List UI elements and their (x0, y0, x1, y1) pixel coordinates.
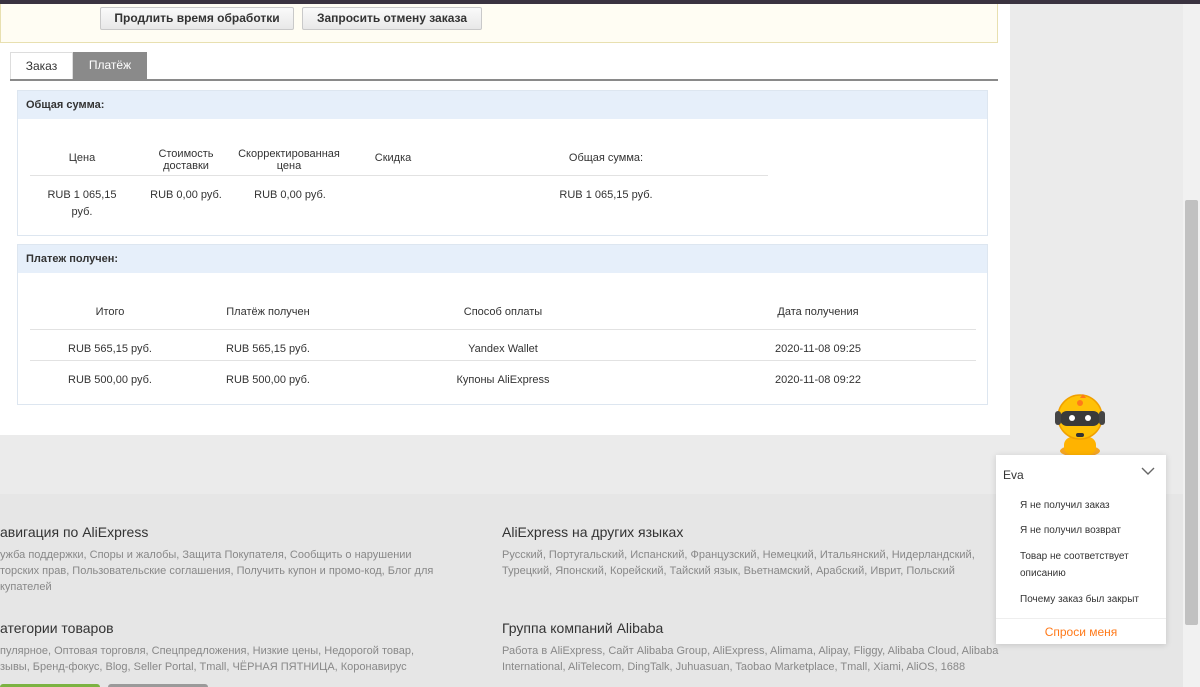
header-subtotal: Итого (95, 306, 125, 318)
chat-question-no-refund[interactable]: Я не получил возврат (1020, 522, 1160, 539)
row-shipping: RUB 0,00 руб. (150, 189, 222, 201)
paid-row2-date: 2020-11-08 09:22 (774, 374, 862, 386)
paid-panel-title: Платеж получен: (18, 245, 987, 273)
chevron-down-icon[interactable] (1140, 463, 1156, 479)
header-shipping-line2: доставки (163, 160, 209, 172)
header-price: Цена (68, 152, 96, 164)
row-price-line2: руб. (71, 206, 93, 218)
tab-payment[interactable]: Платёж (73, 52, 147, 79)
chatbot-name: Eva (1003, 468, 1024, 482)
footer-group-links[interactable]: Работа в AliExpress, Сайт Alibaba Group,… (502, 643, 998, 675)
footer-group-line2: International, AliTelecom, DingTalk, Juh… (502, 661, 966, 673)
header-date: Дата получения (777, 306, 859, 318)
header-adjusted: Скорректированная цена (232, 148, 346, 172)
request-cancel-button[interactable]: Запросить отмену заказа (302, 7, 482, 30)
header-adjusted-line2: цена (276, 160, 302, 172)
paid-table-divider (30, 329, 976, 330)
header-method: Способ оплаты (463, 306, 543, 318)
paid-row2-paid: RUB 500,00 руб. (226, 374, 310, 386)
footer-lang-links[interactable]: Русский, Португальский, Испанский, Франц… (502, 547, 975, 579)
chat-question-not-as-described[interactable]: Товар не соответствует описанию (1020, 548, 1150, 582)
paid-row1-method: Yandex Wallet (468, 343, 538, 355)
footer-categories-title: атегории товаров (0, 620, 114, 636)
row-total: RUB 1 065,15 руб. (559, 189, 653, 201)
extend-processing-button[interactable]: Продлить время обработки (100, 7, 294, 30)
header-adjusted-line1: Скорректированная (238, 148, 340, 160)
footer-cat-line1: пулярное, Оптовая торговля, Спецпредложе… (0, 645, 415, 657)
paid-row2-subtotal: RUB 500,00 руб. (68, 374, 152, 386)
footer-nav-links[interactable]: ужба поддержки, Споры и жалобы, Защита П… (0, 547, 433, 595)
footer-categories-links[interactable]: пулярное, Оптовая торговля, Спецпредложе… (0, 643, 414, 675)
chat-question-not-received[interactable]: Я не получил заказ (1020, 497, 1160, 514)
paid-row1-subtotal: RUB 565,15 руб. (68, 343, 152, 355)
footer-nav-line3: купателей (0, 581, 52, 593)
header-shipping: Стоимость доставки (146, 148, 226, 172)
footer-lang-line1: Русский, Португальский, Испанский, Франц… (502, 549, 975, 561)
footer-nav-line1: ужба поддержки, Споры и жалобы, Защита П… (0, 549, 412, 561)
paid-row1-paid: RUB 565,15 руб. (226, 343, 310, 355)
total-panel-title: Общая сумма: (18, 91, 987, 119)
row-price-line1: RUB 1 065,15 (47, 189, 117, 201)
footer-group-title: Группа компаний Alibaba (502, 620, 664, 636)
row-price: RUB 1 065,15 руб. (32, 189, 132, 218)
footer-nav-title: авигация по AliExpress (0, 524, 149, 540)
total-table-divider (30, 175, 768, 176)
row-adjusted: RUB 0,00 руб. (254, 189, 326, 201)
paid-row2-method: Купоны AliExpress (456, 374, 550, 386)
footer-cat-line2: зывы, Бренд-фокус, Blog, Seller Portal, … (0, 661, 407, 673)
order-detail-card: Продлить время обработки Запросить отмен… (0, 4, 1010, 435)
header-total: Общая сумма: (568, 152, 644, 164)
header-discount: Скидка (374, 152, 412, 164)
footer-lang-title: AliExpress на других языках (502, 524, 684, 540)
paid-row-divider (30, 360, 976, 361)
paid-row1-date: 2020-11-08 09:25 (774, 343, 862, 355)
header-shipping-line1: Стоимость (158, 148, 214, 160)
detail-tabs: Заказ Платёж (10, 52, 998, 81)
total-amount-panel: Общая сумма: Цена Стоимость доставки Ско… (17, 90, 988, 236)
chat-question-order-closed[interactable]: Почему заказ был закрыт (1020, 591, 1160, 608)
chatbot-avatar-icon[interactable] (1052, 393, 1108, 455)
order-action-box: Продлить время обработки Запросить отмен… (0, 4, 998, 43)
payment-received-panel: Платеж получен: Итого Платёж получен Спо… (17, 244, 988, 405)
footer-nav-line2: торских прав, Пользовательские соглашени… (0, 565, 434, 577)
tab-order[interactable]: Заказ (10, 52, 73, 79)
header-paid: Платёж получен (226, 306, 310, 318)
footer-lang-line2: Турецкий, Японский, Корейский, Тайский я… (502, 565, 955, 577)
chatbot-panel: Eva Я не получил заказ Я не получил возв… (996, 455, 1166, 644)
footer-group-line1: Работа в AliExpress, Сайт Alibaba Group,… (502, 645, 999, 657)
ask-me-button[interactable]: Спроси меня (996, 618, 1166, 644)
page-scrollbar-thumb[interactable] (1185, 200, 1198, 625)
